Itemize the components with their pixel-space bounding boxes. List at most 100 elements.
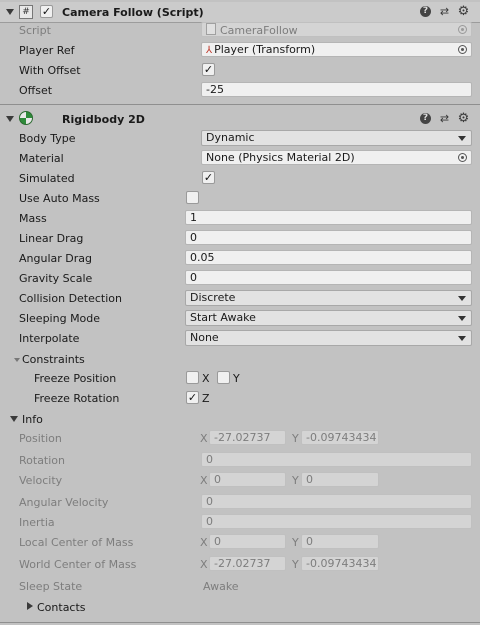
player-ref-value: Player (Transform)	[214, 43, 316, 56]
constraints-foldout-icon[interactable]	[14, 358, 20, 362]
info-foldout-icon[interactable]	[10, 416, 18, 422]
world-com-label: World Center of Mass	[19, 558, 137, 571]
velocity-y-axis: Y	[292, 474, 299, 487]
freeze-position-y-label: Y	[233, 372, 240, 385]
foldout-arrow-icon[interactable]	[6, 116, 14, 122]
freeze-position-label: Freeze Position	[34, 372, 117, 385]
sleeping-mode-dropdown[interactable]: Start Awake	[185, 310, 472, 326]
rigidbody-header[interactable]: Rigidbody 2D ? ⇄ ⚙	[0, 109, 480, 129]
offset-label: Offset	[19, 84, 53, 97]
chevron-down-icon	[458, 296, 466, 301]
object-picker-icon	[458, 25, 467, 34]
sleeping-mode-label: Sleeping Mode	[19, 312, 101, 325]
with-offset-label: With Offset	[19, 64, 81, 77]
gravity-scale-label: Gravity Scale	[19, 272, 93, 285]
script-label: Script	[19, 24, 51, 37]
interpolate-dropdown[interactable]: None	[185, 330, 472, 346]
linear-drag-label: Linear Drag	[19, 232, 84, 245]
freeze-position-y-checkbox[interactable]	[217, 371, 230, 384]
constraints-label[interactable]: Constraints	[22, 353, 85, 366]
local-com-y-axis: Y	[292, 536, 299, 549]
info-label[interactable]: Info	[22, 413, 43, 426]
use-auto-mass-label: Use Auto Mass	[19, 192, 100, 205]
sleep-state-value: Awake	[203, 580, 239, 593]
position-x-field: -27.02737	[209, 430, 286, 445]
help-icon[interactable]: ?	[420, 6, 431, 17]
local-com-x-axis: X	[200, 536, 208, 549]
world-com-y-field: -0.09743434	[301, 556, 379, 571]
body-type-value: Dynamic	[206, 131, 255, 144]
position-x-axis: X	[200, 432, 208, 445]
mass-label: Mass	[19, 212, 47, 225]
body-type-label: Body Type	[19, 132, 76, 145]
inertia-label: Inertia	[19, 516, 55, 529]
sleep-state-label: Sleep State	[19, 580, 83, 593]
material-label: Material	[19, 152, 64, 165]
local-com-x-field: 0	[209, 534, 286, 549]
script-icon: #	[19, 5, 33, 19]
angular-drag-field[interactable]: 0.05	[185, 250, 472, 265]
script-value: CameraFollow	[220, 24, 298, 37]
angular-velocity-label: Angular Velocity	[19, 496, 109, 509]
camera-follow-header[interactable]: # ✓ Camera Follow (Script) ? ⇄ ⚙	[0, 2, 480, 23]
world-com-x-field: -27.02737	[209, 556, 286, 571]
angular-velocity-field: 0	[201, 494, 472, 509]
contacts-label[interactable]: Contacts	[37, 601, 86, 614]
linear-drag-field[interactable]: 0	[185, 230, 472, 245]
with-offset-checkbox[interactable]: ✓	[202, 63, 215, 76]
object-picker-icon[interactable]	[458, 153, 467, 162]
inertia-field: 0	[201, 514, 472, 529]
velocity-label: Velocity	[19, 474, 63, 487]
local-com-label: Local Center of Mass	[19, 536, 134, 549]
presets-icon[interactable]: ⇄	[438, 112, 451, 125]
freeze-position-x-checkbox[interactable]	[186, 371, 199, 384]
player-ref-field[interactable]: ⅄ Player (Transform)	[201, 42, 472, 57]
component-title: Camera Follow (Script)	[62, 6, 204, 19]
script-file-icon	[206, 23, 216, 35]
material-value: None (Physics Material 2D)	[206, 151, 355, 164]
sleeping-mode-value: Start Awake	[190, 311, 256, 324]
bottom-divider	[0, 622, 480, 623]
foldout-arrow-icon[interactable]	[6, 9, 14, 15]
chevron-down-icon	[458, 136, 466, 141]
rigidbody-icon	[19, 111, 33, 125]
object-picker-icon[interactable]	[458, 45, 467, 54]
position-y-field: -0.09743434	[301, 430, 379, 445]
rotation-label: Rotation	[19, 454, 66, 467]
settings-icon[interactable]: ⚙	[457, 112, 470, 125]
presets-icon[interactable]: ⇄	[438, 5, 451, 18]
player-ref-label: Player Ref	[19, 44, 75, 57]
transform-icon: ⅄	[206, 45, 213, 56]
material-field[interactable]: None (Physics Material 2D)	[201, 150, 472, 165]
collision-detection-dropdown[interactable]: Discrete	[185, 290, 472, 306]
gravity-scale-field[interactable]: 0	[185, 270, 472, 285]
position-label: Position	[19, 432, 62, 445]
world-com-y-axis: Y	[292, 558, 299, 571]
simulated-label: Simulated	[19, 172, 75, 185]
component-title: Rigidbody 2D	[62, 113, 145, 126]
collision-detection-value: Discrete	[190, 291, 236, 304]
interpolate-value: None	[190, 331, 219, 344]
help-icon[interactable]: ?	[420, 113, 431, 124]
simulated-checkbox[interactable]: ✓	[202, 171, 215, 184]
collision-detection-label: Collision Detection	[19, 292, 123, 305]
position-y-axis: Y	[292, 432, 299, 445]
velocity-y-field: 0	[301, 472, 379, 487]
settings-icon[interactable]: ⚙	[457, 5, 470, 18]
contacts-foldout-icon[interactable]	[27, 602, 33, 610]
component-enabled-checkbox[interactable]: ✓	[40, 5, 53, 18]
interpolate-label: Interpolate	[19, 332, 80, 345]
offset-field[interactable]: -25	[201, 82, 472, 97]
freeze-rotation-label: Freeze Rotation	[34, 392, 120, 405]
freeze-position-x-label: X	[202, 372, 210, 385]
local-com-y-field: 0	[301, 534, 379, 549]
mass-field[interactable]: 1	[185, 210, 472, 225]
velocity-x-axis: X	[200, 474, 208, 487]
use-auto-mass-checkbox[interactable]	[186, 191, 199, 204]
angular-drag-label: Angular Drag	[19, 252, 92, 265]
world-com-x-axis: X	[200, 558, 208, 571]
section-divider	[0, 104, 480, 105]
freeze-rotation-z-checkbox[interactable]: ✓	[186, 391, 199, 404]
chevron-down-icon	[458, 316, 466, 321]
body-type-dropdown[interactable]: Dynamic	[201, 130, 472, 146]
